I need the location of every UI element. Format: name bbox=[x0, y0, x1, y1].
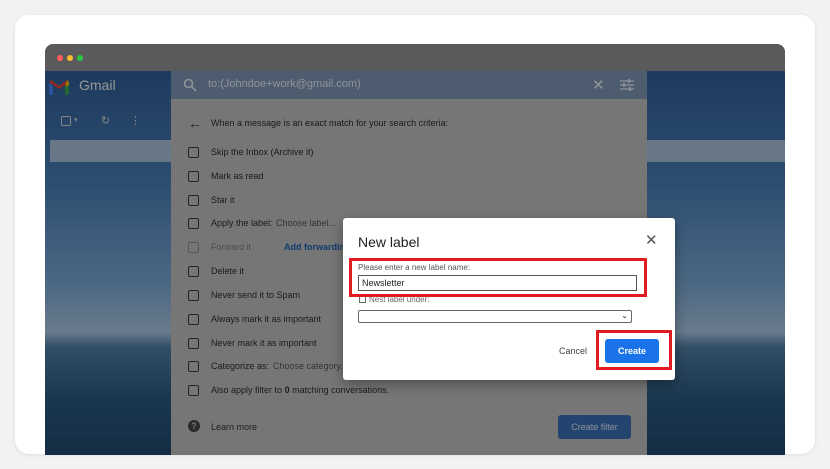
cancel-button[interactable]: Cancel bbox=[559, 346, 587, 356]
maximize-window-dot[interactable] bbox=[77, 55, 83, 61]
minimize-window-dot[interactable] bbox=[67, 55, 73, 61]
dialog-title: New label bbox=[358, 234, 420, 250]
nest-label-checkbox[interactable] bbox=[359, 296, 366, 303]
parent-label-select[interactable]: ⌄ bbox=[358, 310, 632, 323]
window-titlebar bbox=[45, 44, 785, 71]
close-window-dot[interactable] bbox=[57, 55, 63, 61]
highlight-label-input bbox=[349, 258, 647, 297]
chevron-down-icon: ⌄ bbox=[621, 311, 628, 320]
close-icon[interactable]: ✕ bbox=[645, 231, 658, 249]
highlight-create-button bbox=[596, 330, 672, 370]
